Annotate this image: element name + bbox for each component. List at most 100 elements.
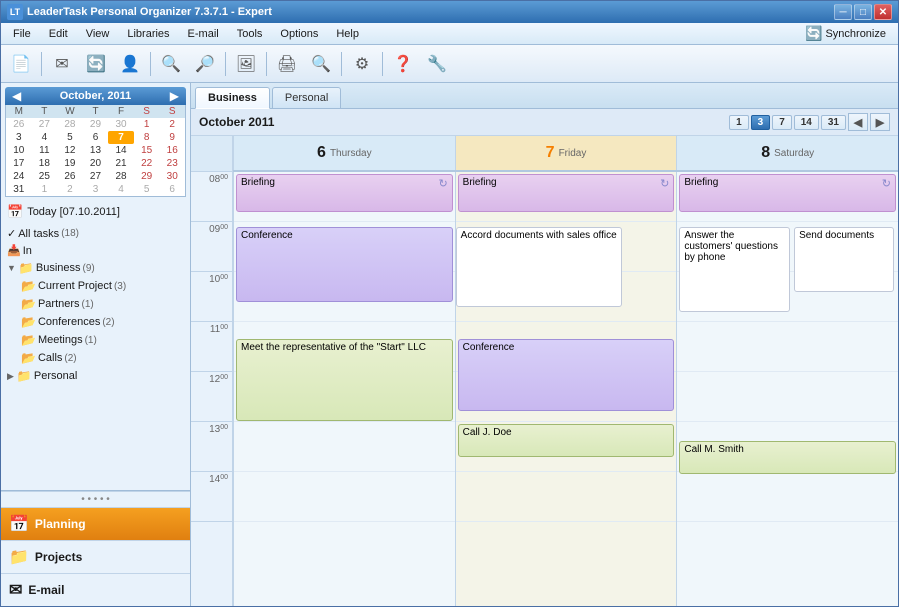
tree-item-all-tasks[interactable]: ✓ All tasks (18)	[3, 225, 188, 242]
cal-day[interactable]: 5	[57, 131, 83, 144]
maximize-button[interactable]: □	[854, 4, 872, 20]
menu-options[interactable]: Options	[272, 26, 326, 42]
cal-day[interactable]: 13	[83, 144, 109, 157]
cal-day[interactable]: 29	[134, 170, 160, 183]
sync-button[interactable]: 🔄 Synchronize	[797, 23, 894, 44]
cal-day[interactable]: 4	[108, 183, 134, 196]
nav-projects-button[interactable]: 📁 Projects	[1, 540, 190, 573]
appointment-answer-sat[interactable]: Answer the customers' questions by phone	[679, 227, 790, 312]
calendar-prev-button[interactable]: ◀	[9, 89, 24, 103]
appointment-conference-thu[interactable]: Conference	[236, 227, 453, 302]
view-14day-button[interactable]: 14	[794, 115, 819, 130]
cal-day[interactable]: 6	[83, 131, 109, 144]
calendar-next-button[interactable]: ▶	[167, 89, 182, 103]
find-button[interactable]: 🔍	[305, 49, 337, 79]
menu-help[interactable]: Help	[328, 26, 367, 42]
cal-day[interactable]: 5	[134, 183, 160, 196]
tree-item-current-project[interactable]: 📂 Current Project (3)	[17, 277, 188, 295]
nav-planning-button[interactable]: 📅 Planning	[1, 507, 190, 540]
settings-button[interactable]: ⚙	[346, 49, 378, 79]
cal-day[interactable]: 18	[32, 157, 58, 170]
view-7day-button[interactable]: 7	[772, 115, 792, 130]
search-button[interactable]: 🔎	[189, 49, 221, 79]
cal-day[interactable]: 28	[57, 118, 83, 131]
today-button[interactable]: 📅 Today [07.10.2011]	[1, 201, 190, 223]
cal-day[interactable]: 19	[57, 157, 83, 170]
menu-email[interactable]: E-mail	[180, 26, 227, 42]
help-button[interactable]: ❓	[387, 49, 419, 79]
cal-day[interactable]: 15	[134, 144, 160, 157]
cal-day[interactable]: 30	[108, 118, 134, 131]
cal-day[interactable]: 31	[6, 183, 32, 196]
info-button[interactable]: 🔧	[421, 49, 453, 79]
tree-item-calls[interactable]: 📂 Calls (2)	[17, 349, 188, 367]
refresh-appt-icon[interactable]: ↻	[882, 177, 891, 190]
appointment-accord-fri[interactable]: Accord documents with sales office	[456, 227, 622, 307]
menu-file[interactable]: File	[5, 26, 39, 42]
cal-day[interactable]: 11	[32, 144, 58, 157]
image-button[interactable]: 🖼	[230, 49, 262, 79]
cal-day[interactable]: 16	[159, 144, 185, 157]
cal-day[interactable]: 26	[57, 170, 83, 183]
tab-personal[interactable]: Personal	[272, 87, 341, 108]
cal-day[interactable]: 2	[57, 183, 83, 196]
cal-day[interactable]: 12	[57, 144, 83, 157]
cal-day[interactable]: 26	[6, 118, 32, 131]
cal-day[interactable]: 3	[6, 131, 32, 144]
refresh-appt-icon[interactable]: ↻	[438, 177, 447, 190]
cal-day[interactable]: 9	[159, 131, 185, 144]
tree-item-personal[interactable]: ▶ 📁 Personal	[3, 367, 188, 385]
cal-day[interactable]: 29	[83, 118, 109, 131]
appointment-briefing-fri[interactable]: Briefing ↻	[458, 174, 675, 212]
menu-view[interactable]: View	[78, 26, 118, 42]
cal-day[interactable]: 27	[32, 118, 58, 131]
view-31day-button[interactable]: 31	[821, 115, 846, 130]
menu-edit[interactable]: Edit	[41, 26, 76, 42]
cal-day[interactable]: 2	[159, 118, 185, 131]
cal-day[interactable]: 28	[108, 170, 134, 183]
cal-day[interactable]: 8	[134, 131, 160, 144]
menu-libraries[interactable]: Libraries	[119, 26, 177, 42]
cal-day[interactable]: 10	[6, 144, 32, 157]
cal-day[interactable]: 14	[108, 144, 134, 157]
cal-day[interactable]: 25	[32, 170, 58, 183]
view-1day-button[interactable]: 1	[729, 115, 749, 130]
cal-day[interactable]: 24	[6, 170, 32, 183]
cal-day[interactable]: 30	[159, 170, 185, 183]
cal-day[interactable]: 23	[159, 157, 185, 170]
cal-day[interactable]: 22	[134, 157, 160, 170]
refresh-appt-icon[interactable]: ↻	[660, 177, 669, 190]
view-3day-button[interactable]: 3	[751, 115, 771, 130]
close-button[interactable]: ✕	[874, 4, 892, 20]
tree-item-in[interactable]: 📥 In	[3, 242, 188, 259]
appointment-conference-fri[interactable]: Conference	[458, 339, 675, 411]
tab-business[interactable]: Business	[195, 87, 270, 109]
print-button[interactable]: 🖨	[271, 49, 303, 79]
cal-view-next-button[interactable]: ▶	[870, 113, 890, 131]
appointment-call-smith[interactable]: Call M. Smith	[679, 441, 896, 474]
cal-day[interactable]: 6	[159, 183, 185, 196]
nav-email-button[interactable]: ✉ E-mail	[1, 573, 190, 606]
appointment-briefing-sat[interactable]: Briefing ↻	[679, 174, 896, 212]
cal-day[interactable]: 17	[6, 157, 32, 170]
tree-item-business[interactable]: ▼ 📁 Business (9)	[3, 259, 188, 277]
new-button[interactable]: 📄	[5, 49, 37, 79]
cal-day[interactable]: 27	[83, 170, 109, 183]
tree-item-partners[interactable]: 📂 Partners (1)	[17, 295, 188, 313]
appointment-briefing-thu[interactable]: Briefing ↻	[236, 174, 453, 212]
cal-day[interactable]: 4	[32, 131, 58, 144]
cal-day[interactable]: 20	[83, 157, 109, 170]
appointment-send-sat[interactable]: Send documents	[794, 227, 894, 292]
tree-item-meetings[interactable]: 📂 Meetings (1)	[17, 331, 188, 349]
cal-day[interactable]: 21	[108, 157, 134, 170]
cal-day-today[interactable]: 7	[108, 131, 134, 144]
appointment-call-doe[interactable]: Call J. Doe	[458, 424, 675, 457]
cal-day[interactable]: 1	[134, 118, 160, 131]
contacts-button[interactable]: 👤	[114, 49, 146, 79]
tree-item-conferences[interactable]: 📂 Conferences (2)	[17, 313, 188, 331]
email-button[interactable]: ✉	[46, 49, 78, 79]
menu-tools[interactable]: Tools	[229, 26, 271, 42]
cal-view-prev-button[interactable]: ◀	[848, 113, 868, 131]
cal-day[interactable]: 3	[83, 183, 109, 196]
refresh-button[interactable]: 🔄	[80, 49, 112, 79]
